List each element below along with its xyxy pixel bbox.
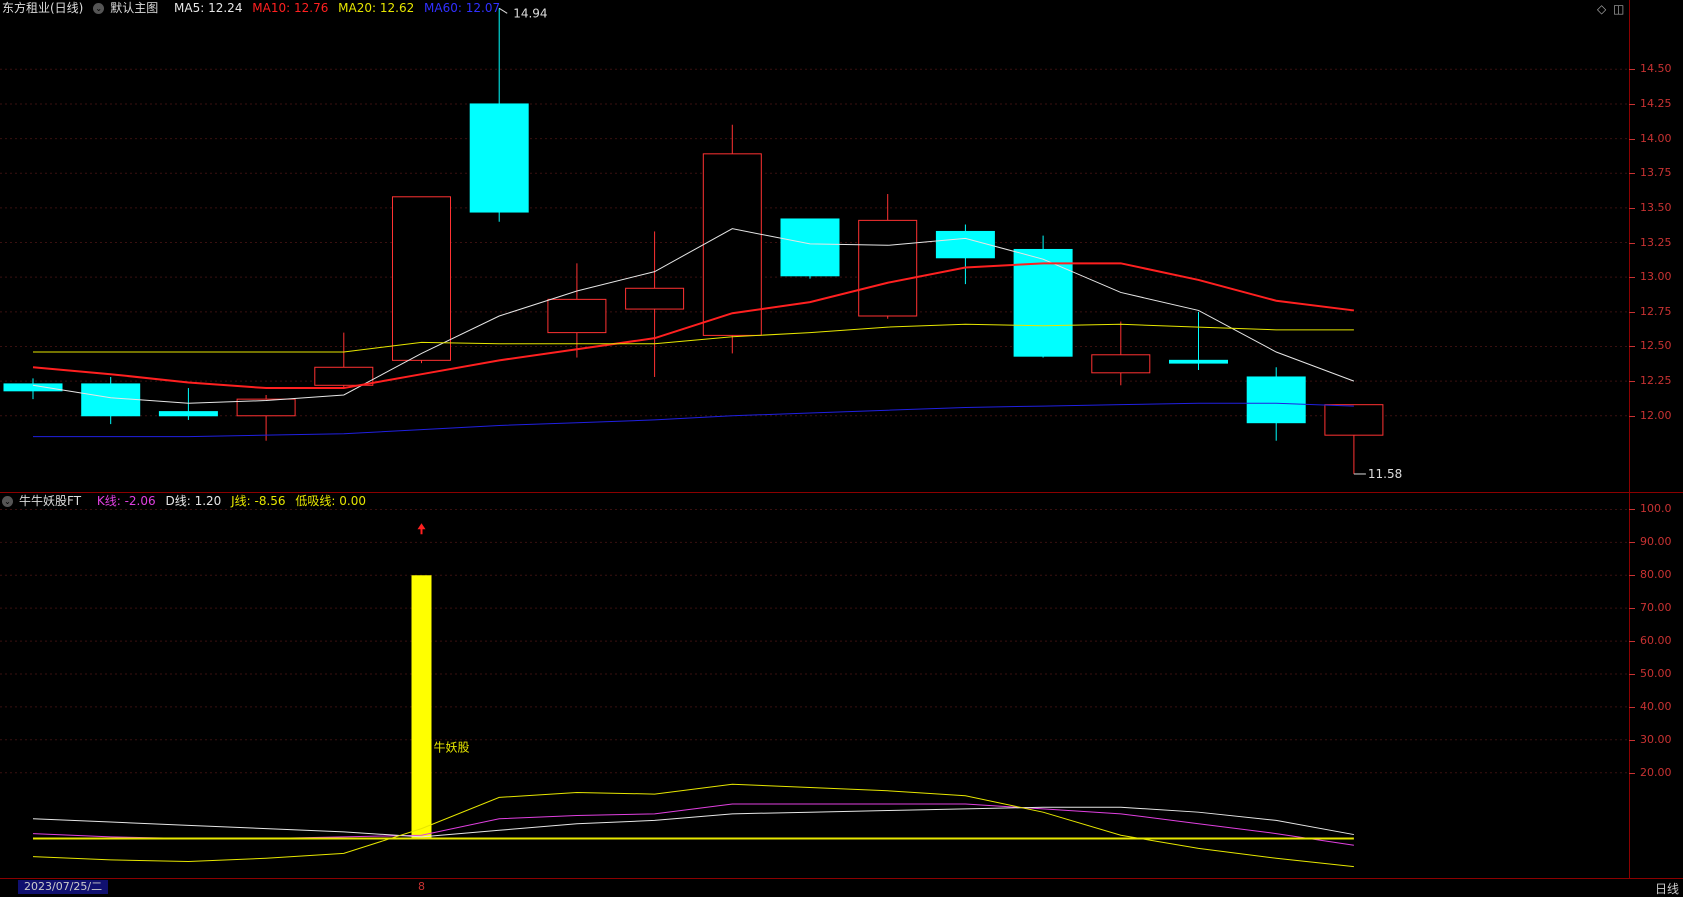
candle-body bbox=[702, 153, 762, 336]
price-tick-label: 14.00 bbox=[1640, 131, 1672, 145]
candle-body bbox=[858, 219, 918, 317]
indicator-line-2 bbox=[32, 783, 1354, 868]
price-tick-mark bbox=[1629, 415, 1635, 417]
candle-body bbox=[3, 383, 63, 392]
candle-body bbox=[81, 383, 141, 417]
indicator-tick-label: 90.00 bbox=[1640, 535, 1672, 549]
price-chart[interactable]: 14.94 11.58 bbox=[0, 0, 1629, 492]
axis-divider bbox=[1629, 0, 1630, 878]
indicator-tick-mark bbox=[1629, 509, 1635, 511]
indicator-tick-label: 50.00 bbox=[1640, 666, 1672, 680]
signal-bar bbox=[411, 575, 432, 839]
price-tick-mark bbox=[1629, 381, 1635, 383]
indicator-tick-label: 20.00 bbox=[1640, 765, 1672, 779]
candle[interactable] bbox=[236, 394, 296, 441]
candle[interactable] bbox=[625, 231, 685, 377]
indicator-tick-label: 30.00 bbox=[1640, 732, 1672, 746]
candle[interactable] bbox=[314, 332, 374, 389]
candle[interactable] bbox=[935, 224, 995, 285]
indicator-tick-mark bbox=[1629, 673, 1635, 675]
indicator-chart[interactable]: 牛妖股 bbox=[0, 493, 1629, 878]
indicator-tick-mark bbox=[1629, 575, 1635, 577]
price-tick-label: 13.25 bbox=[1640, 235, 1672, 249]
candle[interactable] bbox=[1324, 404, 1384, 474]
candle-body bbox=[1169, 359, 1228, 364]
price-tick-label: 13.00 bbox=[1640, 270, 1672, 284]
candle-body bbox=[1013, 248, 1073, 357]
indicator-tick-label: 40.00 bbox=[1640, 699, 1672, 713]
indicator-tick-mark bbox=[1629, 641, 1635, 643]
indicator-tick-mark bbox=[1629, 739, 1635, 741]
indicator-tick-label: 80.00 bbox=[1640, 568, 1672, 582]
candle-body bbox=[1246, 376, 1306, 424]
candle-body bbox=[780, 218, 840, 277]
candle[interactable] bbox=[158, 388, 218, 420]
indicator-tick-mark bbox=[1629, 608, 1635, 610]
candle[interactable] bbox=[392, 196, 451, 364]
indicator-tick-mark bbox=[1629, 772, 1635, 774]
price-tick-mark bbox=[1629, 346, 1635, 348]
price-tick-label: 14.25 bbox=[1640, 96, 1672, 110]
candle-body bbox=[1091, 354, 1151, 374]
cursor-date: 2023/07/25/二 bbox=[18, 880, 109, 894]
candle[interactable] bbox=[858, 194, 918, 319]
signal-label: 牛妖股 bbox=[434, 740, 470, 755]
indicator-tick-label: 70.00 bbox=[1640, 601, 1672, 615]
ma5-line bbox=[32, 228, 1355, 404]
price-tick-mark bbox=[1629, 173, 1635, 175]
candle-body bbox=[158, 411, 218, 417]
price-tick-mark bbox=[1629, 103, 1635, 105]
indicator-tick-mark bbox=[1629, 542, 1635, 544]
candle-body bbox=[314, 366, 374, 386]
candle-body bbox=[1324, 404, 1384, 436]
indicator-tick-label: 100.0 bbox=[1640, 502, 1672, 516]
bottom-divider bbox=[0, 878, 1683, 879]
ma60-line bbox=[33, 402, 1354, 438]
indicator-tick-mark bbox=[1629, 706, 1635, 708]
price-tick-label: 12.25 bbox=[1640, 374, 1672, 388]
price-tick-label: 13.75 bbox=[1640, 166, 1672, 180]
candle-body bbox=[625, 287, 685, 310]
candle-body bbox=[547, 298, 607, 334]
candle[interactable] bbox=[1091, 321, 1151, 386]
high-price-label: 14.94 bbox=[513, 6, 547, 20]
candle-body bbox=[935, 230, 995, 259]
price-tick-mark bbox=[1629, 311, 1635, 313]
candle[interactable] bbox=[81, 376, 141, 425]
time-marker: 8 bbox=[418, 880, 425, 893]
price-tick-mark bbox=[1629, 207, 1635, 209]
low-price-label: 11.58 bbox=[1368, 467, 1402, 481]
price-tick-label: 14.50 bbox=[1640, 62, 1672, 76]
candle[interactable] bbox=[1169, 311, 1228, 371]
period-label[interactable]: 日线 bbox=[1655, 880, 1679, 897]
price-tick-mark bbox=[1629, 242, 1635, 244]
candle-body bbox=[392, 196, 451, 361]
price-tick-mark bbox=[1629, 277, 1635, 279]
price-tick-label: 12.50 bbox=[1640, 339, 1672, 353]
candle[interactable] bbox=[780, 218, 840, 279]
ma20-line bbox=[33, 323, 1354, 353]
high-pointer bbox=[498, 7, 508, 14]
price-tick-label: 13.50 bbox=[1640, 200, 1672, 214]
price-tick-label: 12.00 bbox=[1640, 408, 1672, 422]
indicator-tick-label: 60.00 bbox=[1640, 634, 1672, 648]
candle[interactable] bbox=[469, 8, 529, 222]
up-arrow-icon bbox=[417, 523, 426, 535]
indicator-line-1 bbox=[32, 806, 1354, 838]
price-tick-mark bbox=[1629, 138, 1635, 140]
price-tick-label: 12.75 bbox=[1640, 304, 1672, 318]
candle-body bbox=[469, 103, 529, 213]
price-tick-mark bbox=[1629, 69, 1635, 71]
